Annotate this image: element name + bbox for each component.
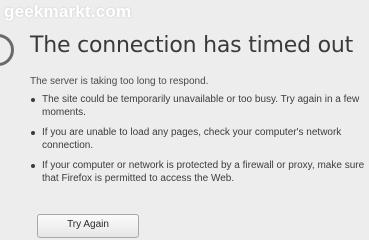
site-watermark: geekmarkt.com (4, 2, 132, 21)
suggestion-item: If you are unable to load any pages, che… (30, 126, 369, 152)
suggestion-item: If your computer or network is protected… (30, 159, 369, 185)
error-circle-icon (0, 34, 14, 66)
error-page: geekmarkt.com The connection has timed o… (0, 0, 369, 238)
error-summary: The server is taking too long to respond… (30, 76, 209, 87)
page-title: The connection has timed out (30, 33, 354, 58)
suggestion-list: The site could be temporarily unavailabl… (30, 93, 369, 192)
suggestion-item: The site could be temporarily unavailabl… (30, 93, 369, 119)
try-again-button[interactable]: Try Again (37, 214, 139, 238)
